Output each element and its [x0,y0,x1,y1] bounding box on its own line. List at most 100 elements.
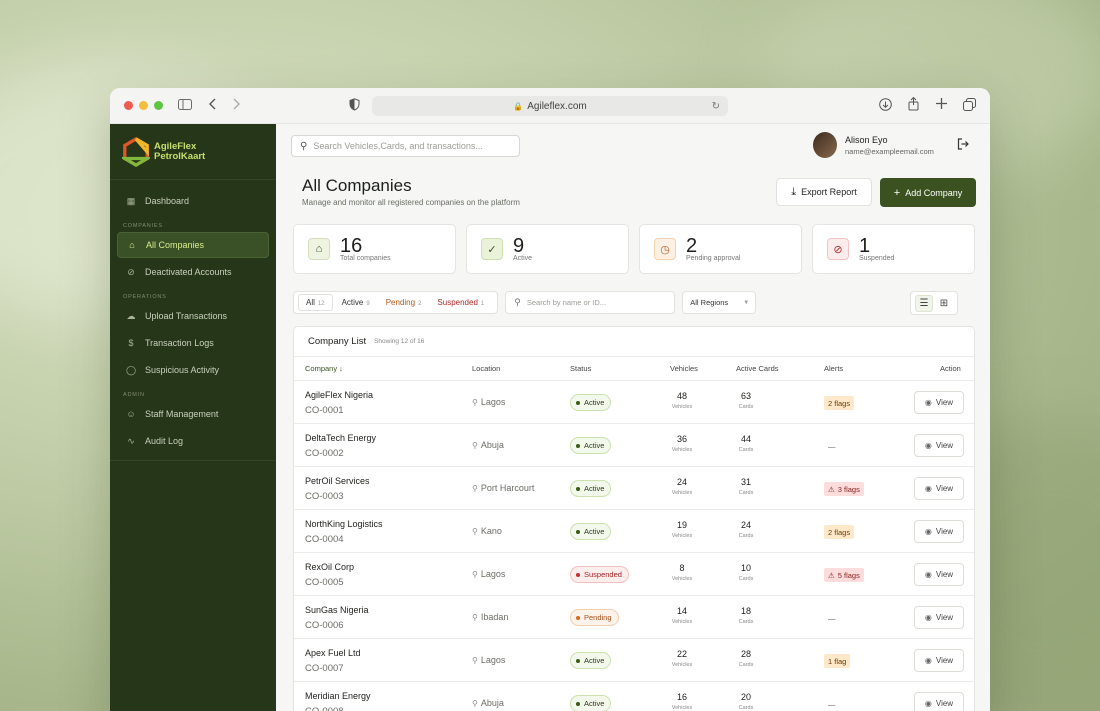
share-icon[interactable] [908,97,919,111]
back-icon[interactable] [209,98,217,110]
alert-flag: 1 flag [824,654,851,668]
close-window-button[interactable] [124,101,133,110]
vehicles-count: 24 Vehicles [662,467,702,496]
reload-icon[interactable]: ↻ [712,101,720,112]
add-company-button[interactable]: + Add Company [880,178,976,207]
location-text: Abuja [480,698,504,708]
minimize-window-button[interactable] [139,101,148,110]
sidebar-toggle-icon[interactable] [178,99,192,110]
forward-icon[interactable] [232,98,240,110]
stat-card-suspended: ⊘ 1 Suspended [812,224,975,274]
sidebar-item-dashboard[interactable]: ▦ Dashboard [117,188,269,214]
location-text: Lagos [480,569,506,579]
sidebar-item-audit[interactable]: ∿ Audit Log [117,428,269,454]
view-button[interactable]: ◉ View [914,477,964,500]
cards-unit: Cards [738,576,754,582]
app-logo[interactable]: AgileFlex PetrolKaart [110,124,276,180]
sidebar-item-logs[interactable]: $ Transaction Logs [117,330,269,356]
sidebar-item-label: Staff Management [145,409,219,419]
sidebar-item-deactivated[interactable]: ⊘ Deactivated Accounts [117,259,269,285]
location-text: Kano [480,526,502,536]
stat-value: 2 [686,234,698,257]
filter-tab-active[interactable]: Active 9 [335,295,377,310]
company-name[interactable]: DeltaTech Energy [305,433,376,443]
status-badge: Pending [570,609,619,626]
company-id: CO-0004 [305,534,344,545]
cards-count: 63 Cards [726,381,766,410]
vehicles-value: 16 [676,692,687,702]
filter-tab-pending[interactable]: Pending 2 [379,295,429,310]
status-badge: Active [570,695,612,711]
global-search-input[interactable]: ⚲ Search Vehicles,Cards, and transaction… [291,135,520,157]
eye-icon: ◉ [924,484,932,493]
alert-text: — [828,699,836,709]
status-badge: Active [570,394,612,411]
view-toggle: ☰ ⊞ [910,291,958,315]
eye-icon: ◉ [924,613,932,622]
user-profile[interactable]: Alison Eyo name@exampleemail.com [813,132,934,158]
alert-text: 2 flags [828,398,851,408]
new-tab-icon[interactable] [936,98,947,109]
tab-overview-icon[interactable] [963,98,976,111]
stat-value: 1 [859,234,871,257]
sidebar-item-staff[interactable]: ☺ Staff Management [117,401,269,427]
alert-flag: 2 flags [824,396,855,410]
company-id: CO-0006 [305,620,344,631]
company-name[interactable]: RexOil Corp [305,562,354,572]
address-bar[interactable]: 🔒 Agileflex.com ↻ [372,96,728,116]
stat-card-active: ✓ 9 Active [466,224,629,274]
region-select[interactable]: All Regions ▼ [682,291,757,314]
sidebar-item-suspicious[interactable]: ◯ Suspicious Activity [117,357,269,383]
grid-view-icon[interactable]: ⊞ [935,295,953,312]
company-name[interactable]: Apex Fuel Ltd [305,648,361,658]
company-search-input[interactable]: ⚲ Search by name or ID... [505,291,676,314]
sidebar-item-label: Upload Transactions [145,311,228,321]
location-pin-icon: ⚲ [472,656,478,665]
company-name[interactable]: PetrOil Services [305,476,370,486]
filter-tab-suspended[interactable]: Suspended 1 [430,295,491,310]
view-button[interactable]: ◉ View [914,391,964,414]
cards-unit: Cards [738,447,754,453]
view-button[interactable]: ◉ View [914,563,964,586]
sidebar-item-label: All Companies [146,240,205,250]
tab-label: Active [341,298,364,307]
view-button[interactable]: ◉ View [914,520,964,543]
section-heading-admin: ADMIN [123,392,145,398]
stat-value: 9 [513,234,525,257]
company-location: ⚲ Lagos [472,569,505,579]
view-button[interactable]: ◉ View [914,434,964,457]
search-placeholder: Search by name or ID... [526,298,607,307]
view-button[interactable]: ◉ View [914,606,964,629]
status-text: Active [584,699,605,708]
status-badge: Active [570,437,612,454]
sidebar-item-upload[interactable]: ☁ Upload Transactions [117,303,269,329]
table-header: Company ↓ Location Status Vehicles Activ… [294,357,974,381]
privacy-shield-icon[interactable] [349,98,360,111]
alert-flag: — [824,611,840,625]
company-name[interactable]: AgileFlex Nigeria [305,390,373,400]
vehicles-count: 16 Vehicles [662,682,702,711]
status-badge: Active [570,480,612,497]
company-name[interactable]: NorthKing Logistics [305,519,383,529]
list-view-icon[interactable]: ☰ [915,294,933,312]
column-header-company[interactable]: Company ↓ [305,364,343,373]
view-button[interactable]: ◉ View [914,649,964,672]
avatar [813,132,837,158]
card-title: Company List [308,336,367,347]
download-icon[interactable] [879,98,892,111]
clock-icon: ◷ [654,238,676,260]
export-report-button[interactable]: ⤓ Export Report [776,178,872,206]
company-name[interactable]: SunGas Nigeria [305,605,369,615]
view-button[interactable]: ◉ View [914,692,964,711]
main-content: ⚲ Search Vehicles,Cards, and transaction… [276,124,990,711]
shield-icon: ◯ [125,364,137,375]
company-name[interactable]: Meridian Energy [305,691,371,701]
cards-count: 18 Cards [726,596,766,625]
search-icon: ⚲ [514,297,521,307]
maximize-window-button[interactable] [154,101,163,110]
sidebar-item-all-companies[interactable]: ⌂ All Companies [117,232,269,258]
eye-icon: ◉ [924,656,932,665]
logout-icon[interactable] [957,138,969,153]
filter-tab-all[interactable]: All 12 [298,294,333,311]
cards-unit: Cards [738,490,754,496]
